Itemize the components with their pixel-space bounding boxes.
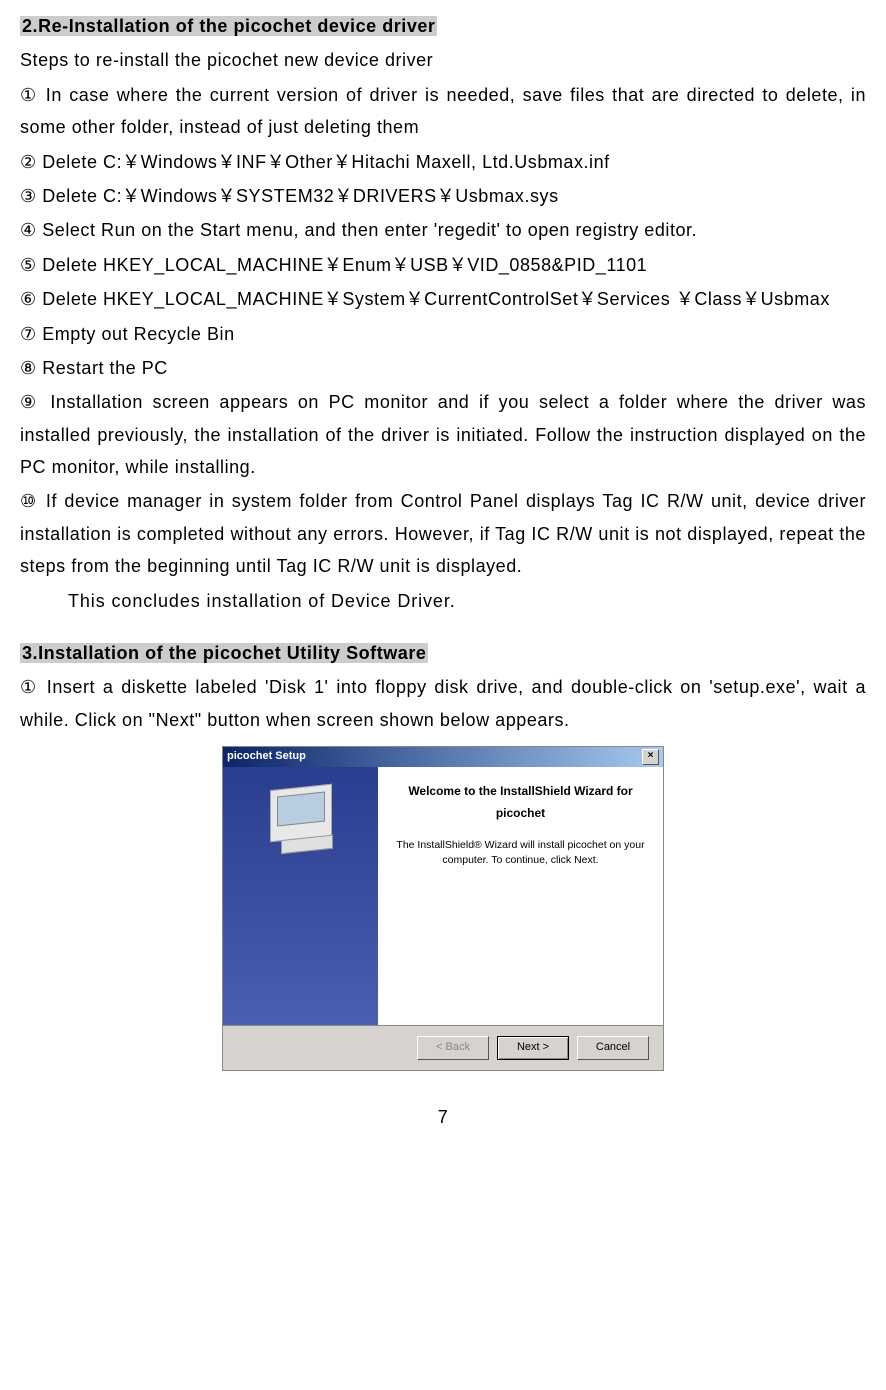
wizard-sidebar [223, 767, 378, 1025]
wizard-button-bar: < Back Next > Cancel [223, 1025, 663, 1070]
step-5: ⑤ Delete HKEY_LOCAL_MACHINE￥Enum￥USB￥VID… [20, 249, 866, 281]
step-4: ④ Select Run on the Start menu, and then… [20, 214, 866, 246]
next-button[interactable]: Next > [497, 1036, 569, 1060]
wizard-screenshot: picochet Setup × Welcome to the InstallS… [20, 746, 866, 1071]
close-icon[interactable]: × [642, 749, 659, 765]
section2-heading: 2.Re-Installation of the picochet device… [20, 10, 866, 42]
wizard-description: The InstallShield® Wizard will install p… [394, 838, 647, 866]
section2-conclude: This concludes installation of Device Dr… [68, 585, 866, 617]
wizard-welcome: Welcome to the InstallShield Wizard for … [394, 781, 647, 824]
step-2: ② Delete C:￥Windows￥INF￥Other￥Hitachi Ma… [20, 146, 866, 178]
step-3: ③ Delete C:￥Windows￥SYSTEM32￥DRIVERS￥Usb… [20, 180, 866, 212]
back-button[interactable]: < Back [417, 1036, 489, 1060]
section3-title: 3.Installation of the picochet Utility S… [20, 643, 428, 663]
step-9: ⑨ Installation screen appears on PC moni… [20, 386, 866, 483]
section2-title: 2.Re-Installation of the picochet device… [20, 16, 437, 36]
wizard-titlebar-label: picochet Setup [227, 747, 306, 767]
cancel-button[interactable]: Cancel [577, 1036, 649, 1060]
step-6: ⑥ Delete HKEY_LOCAL_MACHINE￥System￥Curre… [20, 283, 866, 315]
computer-icon [270, 784, 332, 843]
wizard-body: Welcome to the InstallShield Wizard for … [223, 767, 663, 1025]
step-1: ① In case where the current version of d… [20, 79, 866, 144]
wizard-content: Welcome to the InstallShield Wizard for … [378, 767, 663, 1025]
step-8: ⑧ Restart the PC [20, 352, 866, 384]
page-number: 7 [20, 1101, 866, 1133]
wizard-window: picochet Setup × Welcome to the InstallS… [222, 746, 664, 1071]
step-10: ⑩ If device manager in system folder fro… [20, 485, 866, 582]
section2-intro: Steps to re-install the picochet new dev… [20, 44, 866, 76]
wizard-titlebar: picochet Setup × [223, 747, 663, 767]
section3-heading: 3.Installation of the picochet Utility S… [20, 637, 866, 669]
step-7: ⑦ Empty out Recycle Bin [20, 318, 866, 350]
section3-step1: ① Insert a diskette labeled 'Disk 1' int… [20, 671, 866, 736]
